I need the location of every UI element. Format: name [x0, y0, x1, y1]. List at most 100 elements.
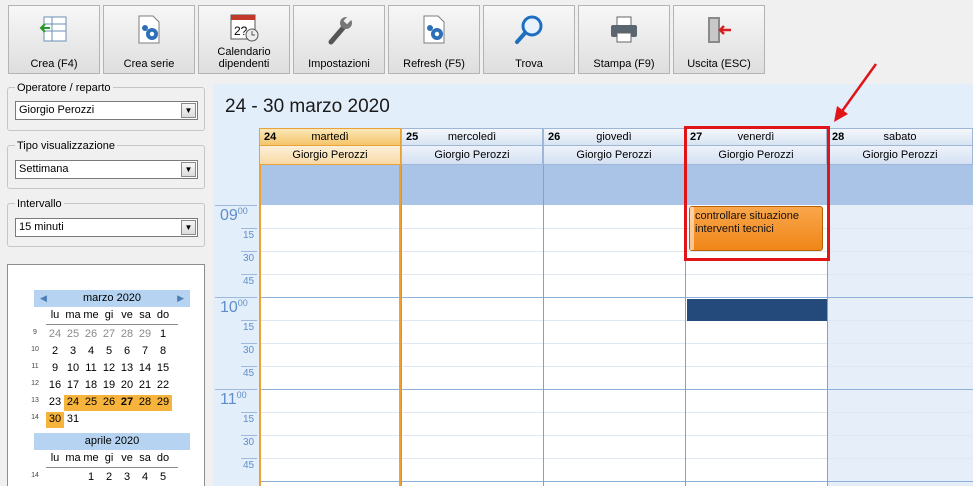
day-header[interactable]: 24 martedì	[259, 128, 401, 146]
all-day-area[interactable]	[827, 165, 973, 205]
prev-month-icon[interactable]: ◀	[40, 290, 47, 307]
minute-label: 45	[243, 276, 255, 287]
crea-button[interactable]: Crea (F4)	[8, 5, 100, 74]
calendar-day[interactable]: 17	[64, 378, 82, 394]
day-header[interactable]: 28 sabato	[827, 128, 973, 146]
calendar-day[interactable]: 3	[118, 470, 136, 486]
day-name: mercoledì	[447, 131, 497, 143]
time-slots[interactable]	[543, 205, 685, 486]
crea-serie-button[interactable]: Crea serie	[103, 5, 195, 74]
calendar-day[interactable]: 27	[100, 327, 118, 343]
calendar-day[interactable]: 8	[154, 344, 172, 360]
days-of-week-header: lu ma me gi ve sa do	[46, 452, 178, 468]
slot-line	[828, 320, 973, 321]
calendario-dipendenti-label: Calendario dipendenti	[217, 46, 271, 70]
operatore-select[interactable]: Giorgio Perozzi ▼	[15, 101, 198, 120]
day-column-martedì[interactable]: 24 martedì Giorgio Perozzi	[259, 128, 401, 486]
minute-tick	[241, 228, 257, 229]
time-slots[interactable]	[259, 205, 401, 486]
calendar-day[interactable]: 2	[100, 470, 118, 486]
day-column-giovedì[interactable]: 26 giovedì Giorgio Perozzi	[543, 128, 685, 486]
week-number: 10	[31, 346, 39, 353]
calendar-day[interactable]: 5	[100, 344, 118, 360]
slot-line	[402, 366, 543, 367]
time-slots[interactable]	[401, 205, 543, 486]
calendar-day[interactable]: 18	[82, 378, 100, 394]
refresh-button[interactable]: Refresh (F5)	[388, 5, 480, 74]
calendar-day[interactable]: 5	[154, 470, 172, 486]
calendar-day[interactable]: 15	[154, 361, 172, 377]
calendar-day[interactable]: 26	[100, 395, 118, 411]
chevron-down-icon[interactable]: ▼	[181, 103, 196, 118]
calendar-day[interactable]: 9	[46, 361, 64, 377]
slot-line	[261, 251, 399, 252]
calendar-day[interactable]: 11	[82, 361, 100, 377]
calendar-day[interactable]: 13	[118, 361, 136, 377]
all-day-area[interactable]	[401, 165, 543, 205]
month-name: aprile 2020	[84, 435, 140, 447]
time-slots[interactable]	[827, 205, 973, 486]
calendar-day[interactable]: 12	[100, 361, 118, 377]
all-day-area[interactable]	[259, 165, 401, 205]
slot-line	[828, 274, 973, 275]
calendar-day[interactable]: 4	[136, 470, 154, 486]
day-column-mercoledì[interactable]: 25 mercoledì Giorgio Perozzi	[401, 128, 543, 486]
calendar-day[interactable]: 21	[136, 378, 154, 394]
busy-slot[interactable]	[687, 299, 827, 321]
stampa-label: Stampa (F9)	[593, 58, 655, 70]
calendar-day[interactable]: 6	[118, 344, 136, 360]
impostazioni-button[interactable]: Impostazioni	[293, 5, 385, 74]
annotation-arrow-icon	[834, 63, 878, 122]
calendar-day[interactable]: 28	[136, 395, 154, 411]
calendar-day[interactable]: 2	[46, 344, 64, 360]
next-month-icon[interactable]: ▶	[177, 290, 184, 307]
slot-line	[828, 481, 973, 482]
stampa-button[interactable]: Stampa (F9)	[578, 5, 670, 74]
minute-tick	[241, 320, 257, 321]
calendar-day[interactable]: 4	[82, 344, 100, 360]
calendar-day[interactable]: 3	[64, 344, 82, 360]
intervallo-select[interactable]: 15 minuti ▼	[15, 218, 198, 237]
calendar-day[interactable]: 10	[64, 361, 82, 377]
tipo-visualizzazione-select[interactable]: Settimana ▼	[15, 160, 198, 179]
minute-tick	[241, 366, 257, 367]
calendar-day[interactable]: 25	[64, 327, 82, 343]
calendar-day	[154, 412, 172, 428]
calendar-day[interactable]: 19	[100, 378, 118, 394]
day-of-week-label: do	[156, 309, 170, 321]
calendar-day[interactable]: 25	[82, 395, 100, 411]
person-header: Giorgio Perozzi	[543, 146, 685, 165]
calendar-day[interactable]: 16	[46, 378, 64, 394]
calendar-day[interactable]: 26	[82, 327, 100, 343]
chevron-down-icon[interactable]: ▼	[181, 162, 196, 177]
calendar-day[interactable]: 27	[118, 395, 136, 411]
calendar-day[interactable]: 7	[136, 344, 154, 360]
minute-label: 15	[243, 230, 255, 241]
day-header[interactable]: 26 giovedì	[543, 128, 685, 146]
calendar-day[interactable]: 23	[46, 395, 64, 411]
calendar-day[interactable]: 28	[118, 327, 136, 343]
calendar-day[interactable]: 24	[64, 395, 82, 411]
calendar-day[interactable]: 14	[136, 361, 154, 377]
calendar-day[interactable]: 29	[136, 327, 154, 343]
calendar-day[interactable]: 29	[154, 395, 172, 411]
calendar-day[interactable]: 1	[154, 327, 172, 343]
slot-line	[686, 412, 827, 413]
all-day-area[interactable]	[543, 165, 685, 205]
slot-line	[544, 320, 685, 321]
slot-line	[686, 274, 827, 275]
uscita-button[interactable]: Uscita (ESC)	[673, 5, 765, 74]
refresh-label: Refresh (F5)	[403, 58, 465, 70]
calendario-dipendenti-button[interactable]: 2? Calendario dipendenti	[198, 5, 290, 74]
calendar-day[interactable]: 22	[154, 378, 172, 394]
calendar-day[interactable]: 24	[46, 327, 64, 343]
calendar-day[interactable]: 20	[118, 378, 136, 394]
trova-button[interactable]: Trova	[483, 5, 575, 74]
calendar-day[interactable]: 31	[64, 412, 82, 428]
calendar-week-row: 10 2 3 4 5 6 7 8	[28, 343, 188, 359]
calendar-day[interactable]: 1	[82, 470, 100, 486]
day-column-sabato[interactable]: 28 sabato Giorgio Perozzi	[827, 128, 973, 486]
day-header[interactable]: 25 mercoledì	[401, 128, 543, 146]
calendar-day[interactable]: 30	[46, 412, 64, 428]
chevron-down-icon[interactable]: ▼	[181, 220, 196, 235]
